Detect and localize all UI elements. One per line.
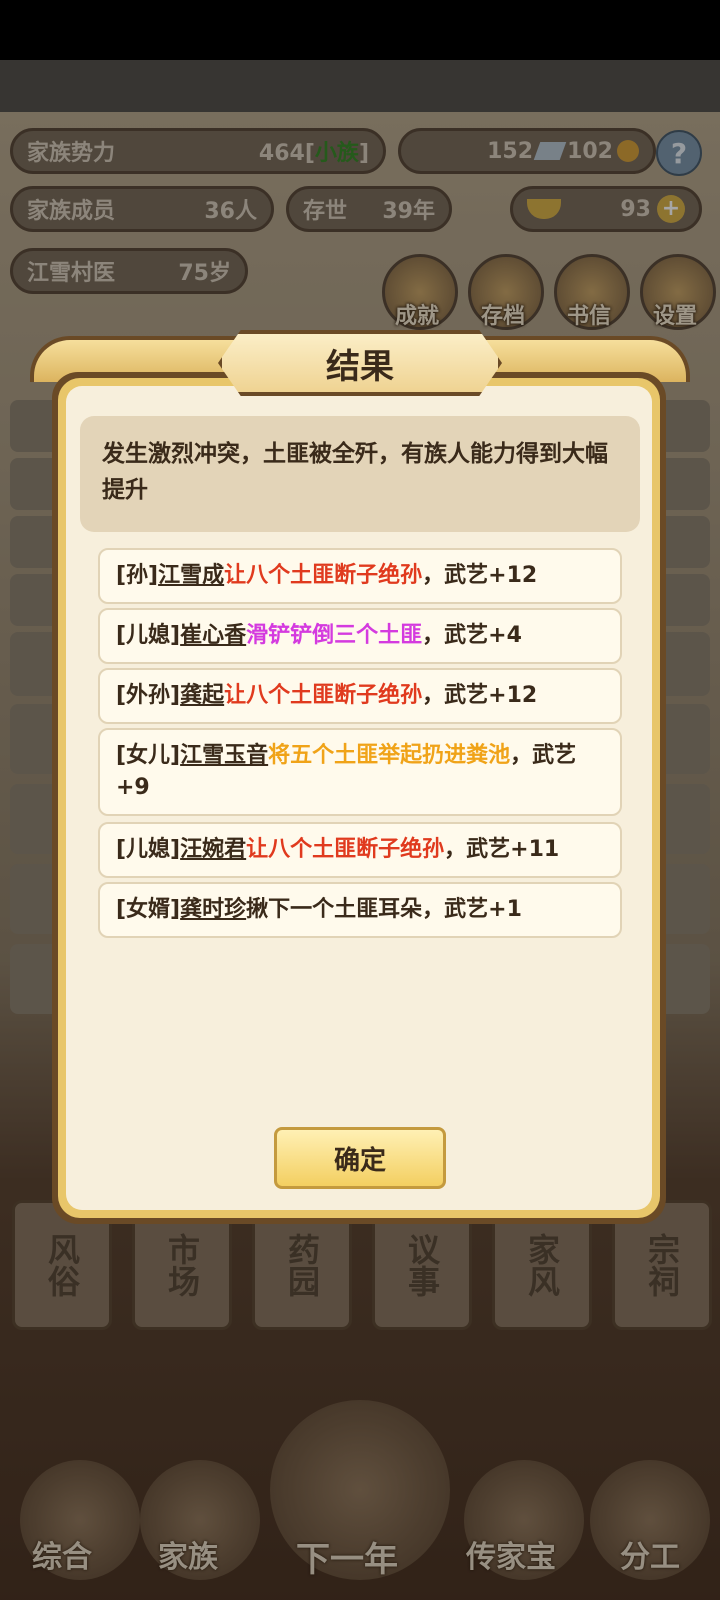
member-name[interactable]: 江雪玉音 xyxy=(180,743,268,768)
dialog-description: 发生激烈冲突，土匪被全歼，有族人能力得到大幅提升 xyxy=(80,416,640,532)
dialog-title: 结果 xyxy=(218,330,502,396)
result-item: [女婿]龚时珍揪下一个土匪耳朵，武艺+1 xyxy=(98,882,622,938)
member-name[interactable]: 龚时珍 xyxy=(180,897,246,922)
status-bar xyxy=(0,0,720,60)
result-item: [儿媳]崔心香滑铲铲倒三个土匪，武艺+4 xyxy=(98,608,622,664)
result-item: [女儿]江雪玉音将五个土匪举起扔进粪池，武艺+9 xyxy=(98,728,622,816)
result-item: [儿媳]汪婉君让八个土匪断子绝孙，武艺+11 xyxy=(98,822,622,878)
result-action: 让八个土匪断子绝孙 xyxy=(246,837,445,862)
result-action: 滑铲铲倒三个土匪 xyxy=(246,623,423,648)
confirm-button[interactable]: 确定 xyxy=(274,1127,446,1189)
result-item: [孙]江雪成让八个土匪断子绝孙，武艺+12 xyxy=(98,548,622,604)
member-name[interactable]: 龚起 xyxy=(180,683,224,708)
result-action: 揪下一个土匪耳朵 xyxy=(246,897,423,922)
result-action: 将五个土匪举起扔进粪池 xyxy=(268,743,511,768)
member-name[interactable]: 汪婉君 xyxy=(180,837,246,862)
result-action: 让八个土匪断子绝孙 xyxy=(224,563,423,588)
result-item: [外孙]龚起让八个土匪断子绝孙，武艺+12 xyxy=(98,668,622,724)
result-action: 让八个土匪断子绝孙 xyxy=(224,683,423,708)
member-name[interactable]: 江雪成 xyxy=(158,563,224,588)
member-name[interactable]: 崔心香 xyxy=(180,623,246,648)
